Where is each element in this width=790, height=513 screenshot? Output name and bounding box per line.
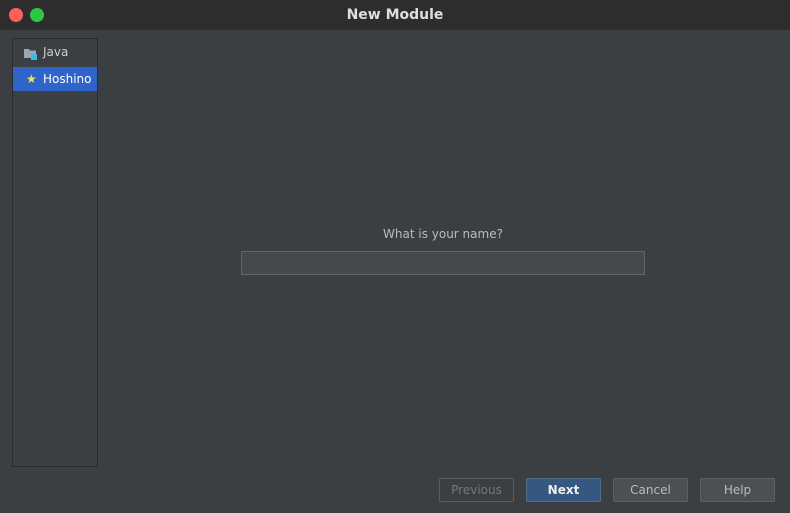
star-icon: ★ (26, 72, 37, 86)
help-button[interactable]: Help (700, 478, 775, 502)
folder-module-icon (24, 45, 38, 60)
sidebar-item-label: Java (43, 45, 69, 59)
new-module-dialog: New Module Java ★ Hoshino What is your n… (0, 0, 790, 513)
sidebar-item-label: Hoshino (43, 72, 92, 86)
cancel-button[interactable]: Cancel (613, 478, 688, 502)
title-bar[interactable]: New Module (0, 0, 790, 30)
previous-button[interactable]: Previous (439, 478, 514, 502)
sidebar-item-hoshino[interactable]: ★ Hoshino (13, 67, 97, 91)
name-input[interactable] (241, 251, 645, 275)
next-button[interactable]: Next (526, 478, 601, 502)
module-type-list: Java ★ Hoshino (12, 38, 98, 467)
name-prompt-label: What is your name? (383, 227, 503, 241)
sidebar-item-java[interactable]: Java (13, 40, 97, 64)
window-title: New Module (346, 7, 444, 23)
